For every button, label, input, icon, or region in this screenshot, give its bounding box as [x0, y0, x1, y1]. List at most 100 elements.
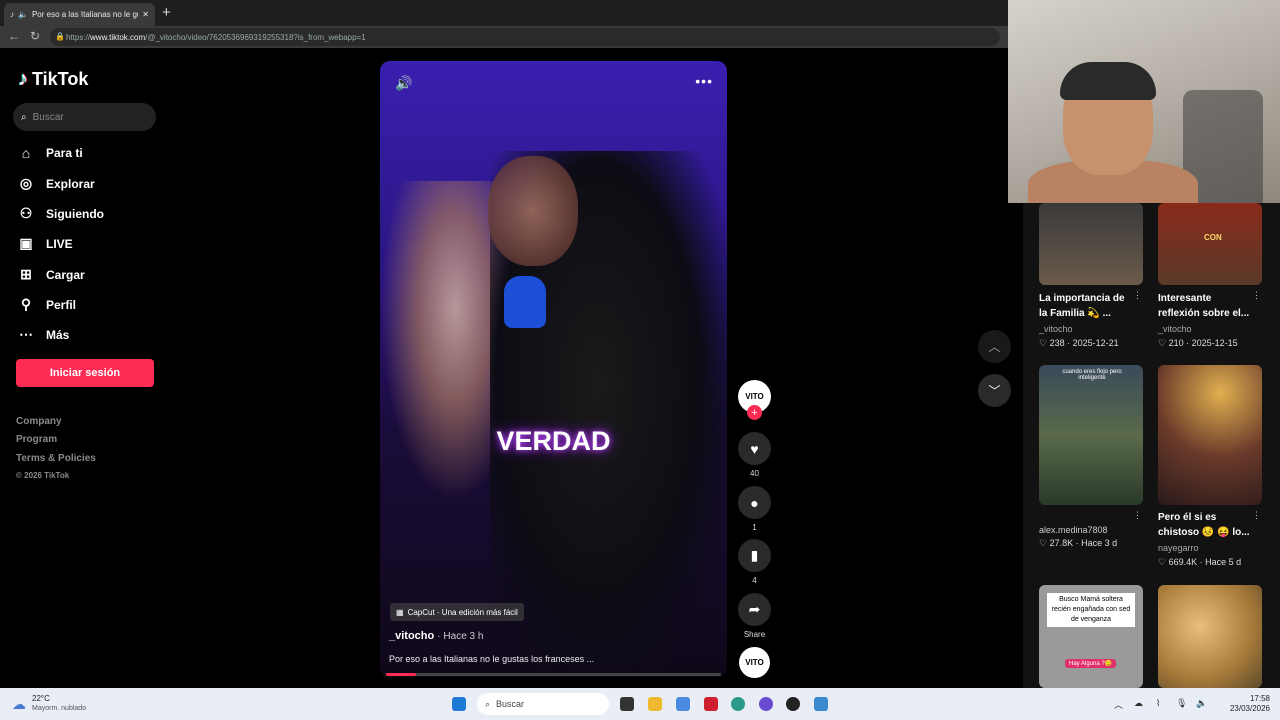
volume-icon[interactable]: 🔈 [1196, 698, 1207, 709]
tiktok-logo[interactable]: ♪ TikTok [18, 68, 88, 91]
rec-thumbnail-6[interactable] [1158, 585, 1262, 688]
url-prefix: https:// [66, 32, 91, 42]
video-player[interactable]: 🔊 ••• VERDAD ▦ CapCut · Una edición más … [380, 61, 727, 677]
video-overlay-text: VERDAD [496, 426, 611, 456]
app-icon[interactable] [704, 697, 718, 711]
mic-icon[interactable]: 🎙 [1176, 698, 1187, 709]
previous-video-button[interactable]: ︿ [978, 330, 1011, 363]
wifi-icon[interactable]: ⌇ [1156, 698, 1160, 709]
next-video-button[interactable]: ﹀ [978, 374, 1011, 407]
rec-more-icon[interactable]: ⋮ [1133, 290, 1142, 301]
video-microphone [504, 276, 546, 328]
nav-item-live[interactable]: ▣ LIVE [18, 235, 73, 252]
reload-icon[interactable]: ↻ [30, 29, 40, 43]
close-tab-icon[interactable]: ✕ [142, 10, 149, 19]
rec-more-icon[interactable]: ⋮ [1252, 510, 1261, 521]
share-button[interactable]: ➦ [738, 593, 771, 626]
file-explorer-icon[interactable] [648, 697, 662, 711]
task-view-icon[interactable] [620, 697, 634, 711]
tiktok-note-icon: ♪ [18, 68, 28, 90]
taskbar: ☁ 22°C Mayorm. nublado ⌕ Buscar ︿ ☁ ⌇ 🎙 🔈 … [0, 688, 1280, 720]
copilot-icon[interactable] [676, 697, 690, 711]
speaker-icon[interactable]: 🔈 [18, 10, 28, 19]
rec-author[interactable]: _vitocho [1158, 324, 1192, 334]
clock[interactable]: 17:58 23/03/2026 [1224, 694, 1270, 714]
nav-item-siguiendo[interactable]: ⚇ Siguiendo [18, 205, 104, 222]
back-icon[interactable]: ← [8, 29, 20, 43]
rec-thumbnail-5[interactable]: Busco Mamá soltera recién engañada con s… [1039, 585, 1143, 688]
rec-author[interactable]: _vitocho [1039, 324, 1073, 334]
search-placeholder: Buscar [32, 111, 64, 123]
like-button[interactable]: ♥ [738, 432, 771, 465]
recommendations-panel: CON La importancia de la Familia 💫 ... ⋮… [1023, 203, 1280, 688]
search-input[interactable]: ⌕ Buscar [13, 103, 156, 131]
rec-author[interactable]: alex.medina7808 [1039, 525, 1108, 535]
volume-icon[interactable]: 🔊 [395, 75, 412, 92]
comment-button[interactable]: ● [738, 486, 771, 519]
following-icon: ⚇ [19, 205, 33, 221]
footer-link-program[interactable]: Program [16, 434, 57, 445]
url-path: /@_vitocho/video/7620536969319255318?is_… [145, 32, 366, 42]
footer-link-company[interactable]: Company [16, 416, 62, 427]
chevron-up-icon[interactable]: ︿ [1114, 698, 1123, 711]
rec-author[interactable]: nayegarro [1158, 543, 1199, 553]
browser-tab-bar: ♪ 🔈 Por eso a las Italianas no le gu ✕ + [0, 0, 1008, 26]
weather-widget[interactable]: ☁ 22°C Mayorm. nublado [12, 694, 86, 714]
video-progress-fill [386, 673, 417, 676]
sound-avatar[interactable]: VITO [739, 647, 770, 678]
rec-date: 2025-12-15 [1191, 338, 1238, 348]
rec-thumbnail-1[interactable] [1039, 203, 1143, 285]
video-author[interactable]: _vitocho · Hace 3 h [389, 630, 483, 642]
compass-icon: ◎ [19, 175, 33, 191]
nav-label: Siguiendo [46, 206, 104, 221]
webcam-overlay [1008, 0, 1280, 203]
url-field[interactable]: 🔒 https://www.tiktok.com/@_vitocho/video… [50, 28, 1000, 46]
rec-more-icon[interactable]: ⋮ [1252, 290, 1261, 301]
rec-thumbnail-4[interactable] [1158, 365, 1262, 505]
onedrive-icon[interactable]: ☁ [1134, 698, 1143, 709]
home-icon: ⌂ [21, 145, 31, 161]
capcut-badge[interactable]: ▦ CapCut · Una edición más fácil [390, 603, 524, 621]
new-tab-icon[interactable]: + [162, 4, 171, 21]
rec-caption[interactable]: Pero él si es chistoso 😣 😝 lo... [1158, 510, 1250, 540]
more-options-icon[interactable]: ••• [695, 73, 713, 89]
screen: { "browser": { "tab_title": "Por eso a l… [0, 0, 1280, 720]
search-icon: ⌕ [21, 111, 27, 123]
author-name[interactable]: _vitocho [389, 630, 434, 642]
discord-icon[interactable] [759, 697, 773, 711]
taskbar-search[interactable]: ⌕ Buscar [477, 693, 609, 715]
rec-caption[interactable]: Interesante reflexión sobre el... [1158, 291, 1250, 321]
browser-tab[interactable]: ♪ 🔈 Por eso a las Italianas no le gu ✕ [4, 3, 155, 26]
follow-plus-icon[interactable]: + [747, 405, 762, 420]
edge-browser-icon[interactable] [731, 697, 745, 711]
video-progress-bar[interactable] [386, 673, 721, 676]
nav-label: Cargar [46, 267, 85, 282]
footer-link-terms[interactable]: Terms & Policies [16, 453, 96, 464]
login-button[interactable]: Iniciar sesión [16, 359, 154, 387]
sidebar: ♪ TikTok ⌕ Buscar ⌂ Para ti ◎ Explorar ⚇ Si… [0, 48, 172, 688]
obs-icon[interactable] [786, 697, 800, 711]
nav-item-para-ti[interactable]: ⌂ Para ti [18, 145, 83, 161]
clock-time: 17:58 [1249, 694, 1270, 703]
video-description[interactable]: Por eso a las Italianas no le gustas los… [389, 654, 594, 664]
rec-likes: 238 [1049, 338, 1065, 348]
notepad-icon[interactable] [814, 697, 828, 711]
nav-label: LIVE [46, 236, 73, 251]
nav-item-mas[interactable]: ⋯ Más [18, 326, 69, 343]
nav-item-explorar[interactable]: ◎ Explorar [18, 175, 95, 192]
bookmark-icon: ▮ [750, 547, 759, 563]
nav-item-perfil[interactable]: ⚲ Perfil [18, 296, 76, 313]
tiktok-favicon-icon: ♪ [10, 10, 14, 19]
rec-more-icon[interactable]: ⋮ [1133, 510, 1142, 521]
nav-item-cargar[interactable]: ⊞ Cargar [18, 266, 85, 283]
search-icon: ⌕ [485, 698, 491, 709]
webcam-person-cap [1060, 62, 1156, 100]
rec-date: Hace 3 d [1081, 538, 1118, 548]
rec-caption[interactable]: La importancia de la Familia 💫 ... [1039, 291, 1131, 321]
windows-start-icon[interactable] [452, 697, 466, 711]
rec-thumbnail-3[interactable]: cuando eres flojo pero inteligente [1039, 365, 1143, 505]
save-button[interactable]: ▮ [738, 539, 771, 572]
profile-icon: ⚲ [20, 296, 32, 312]
rec-likes: 27.8K [1049, 538, 1074, 548]
rec-thumbnail-2[interactable]: CON [1158, 203, 1262, 285]
